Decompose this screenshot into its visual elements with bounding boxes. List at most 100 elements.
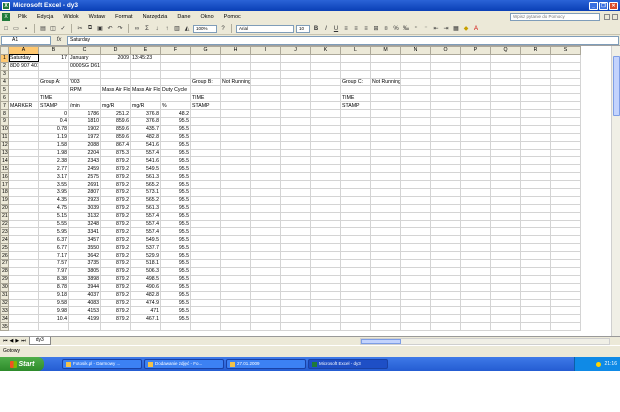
cell-m15[interactable] xyxy=(370,164,401,174)
cell-k16[interactable] xyxy=(310,172,341,182)
cell-c29[interactable]: 3898 xyxy=(68,274,101,284)
cell-p19[interactable] xyxy=(460,195,491,205)
new-file-icon[interactable]: □ xyxy=(2,25,10,33)
cell-a29[interactable] xyxy=(8,274,39,284)
cell-q7[interactable] xyxy=(490,101,521,111)
cell-n27[interactable] xyxy=(400,259,431,268)
cell-r4[interactable] xyxy=(520,77,551,87)
undo-icon[interactable]: ↶ xyxy=(106,25,114,33)
cell-h2[interactable] xyxy=(220,61,251,71)
cell-k33[interactable] xyxy=(310,306,341,316)
cell-n21[interactable] xyxy=(400,211,431,221)
cell-r19[interactable] xyxy=(520,195,551,205)
cell-p16[interactable] xyxy=(460,172,491,182)
cell-e12[interactable]: 541.6 xyxy=(130,140,161,150)
cell-c35[interactable] xyxy=(68,322,101,332)
merge-center-icon[interactable]: ⊞ xyxy=(372,25,380,33)
cell-s21[interactable] xyxy=(550,211,581,221)
cell-s15[interactable] xyxy=(550,164,581,174)
cell-d20[interactable]: 879.2 xyxy=(100,203,131,213)
cell-c14[interactable]: 2343 xyxy=(68,156,101,166)
cell-n3[interactable] xyxy=(400,69,431,79)
cell-s10[interactable] xyxy=(550,124,581,134)
cell-a5[interactable] xyxy=(8,85,39,95)
cell-a13[interactable] xyxy=(8,148,39,158)
cell-n2[interactable] xyxy=(400,61,431,71)
formula-input[interactable]: Saturday xyxy=(67,35,619,45)
cell-j5[interactable] xyxy=(280,85,311,95)
doc-minimize-button[interactable] xyxy=(604,14,610,20)
cell-d10[interactable]: 859.6 xyxy=(100,124,131,134)
cell-e16[interactable]: 561.3 xyxy=(130,172,161,182)
vertical-scrollbar[interactable] xyxy=(611,46,620,336)
task-item-excel[interactable]: Microsoft Excel - dy3 xyxy=(308,359,388,369)
cell-g33[interactable] xyxy=(190,306,221,316)
cell-q11[interactable] xyxy=(490,132,521,142)
sheet-tab-dy3[interactable]: dy3 xyxy=(28,337,51,345)
column-header-p[interactable]: P xyxy=(460,46,491,55)
cell-n19[interactable] xyxy=(400,195,431,205)
cell-i14[interactable] xyxy=(250,156,281,166)
cell-j18[interactable] xyxy=(280,188,311,197)
cell-a34[interactable] xyxy=(8,314,39,324)
cell-k13[interactable] xyxy=(310,148,341,158)
cell-f12[interactable]: 95.5 xyxy=(160,140,191,150)
cell-p34[interactable] xyxy=(460,314,491,324)
cell-f4[interactable] xyxy=(160,77,191,87)
cell-c13[interactable]: 2204 xyxy=(68,148,101,158)
cell-e34[interactable]: 467.1 xyxy=(130,314,161,324)
cell-l2[interactable] xyxy=(340,61,371,71)
cell-l11[interactable] xyxy=(340,132,371,142)
cell-h31[interactable] xyxy=(220,290,251,300)
cell-k23[interactable] xyxy=(310,227,341,237)
cell-f24[interactable]: 95.5 xyxy=(160,235,191,245)
cell-n18[interactable] xyxy=(400,188,431,197)
cell-h32[interactable] xyxy=(220,298,251,308)
cell-a33[interactable] xyxy=(8,306,39,316)
cell-p1[interactable] xyxy=(460,53,491,63)
cell-o17[interactable] xyxy=(430,180,461,190)
cell-d26[interactable]: 879.2 xyxy=(100,251,131,261)
cell-l34[interactable] xyxy=(340,314,371,324)
cell-o4[interactable] xyxy=(430,77,461,87)
cell-p15[interactable] xyxy=(460,164,491,174)
cell-c25[interactable]: 3550 xyxy=(68,243,101,253)
cell-q8[interactable] xyxy=(490,109,521,119)
open-folder-icon[interactable]: ▭ xyxy=(12,25,20,33)
column-header-a[interactable]: A xyxy=(8,46,39,55)
cell-h12[interactable] xyxy=(220,140,251,150)
cell-l1[interactable] xyxy=(340,53,371,63)
cell-l21[interactable] xyxy=(340,211,371,221)
cell-q33[interactable] xyxy=(490,306,521,316)
cell-e13[interactable]: 557.4 xyxy=(130,148,161,158)
cell-s22[interactable] xyxy=(550,219,581,229)
cell-e5[interactable]: Mass Air Flow xyxy=(130,85,161,95)
cell-g14[interactable] xyxy=(190,156,221,166)
cell-g7[interactable]: STAMP xyxy=(190,101,221,111)
cell-m7[interactable] xyxy=(370,101,401,111)
row-header[interactable]: 6 xyxy=(0,93,9,103)
cell-c7[interactable]: /min xyxy=(68,101,101,111)
cell-e28[interactable]: 506.3 xyxy=(130,266,161,276)
cell-b24[interactable]: 6.37 xyxy=(38,235,69,245)
cell-h6[interactable] xyxy=(220,93,251,103)
cell-q5[interactable] xyxy=(490,85,521,95)
cell-r8[interactable] xyxy=(520,109,551,119)
cell-b18[interactable]: 3.95 xyxy=(38,188,69,197)
column-header-e[interactable]: E xyxy=(130,46,161,55)
cell-p2[interactable] xyxy=(460,61,491,71)
cell-a26[interactable] xyxy=(8,251,39,261)
decrease-decimal-icon[interactable]: ⁻ xyxy=(422,25,430,33)
column-header-j[interactable]: J xyxy=(280,46,311,55)
cell-k4[interactable] xyxy=(310,77,341,87)
cell-k30[interactable] xyxy=(310,282,341,292)
cell-e10[interactable]: 435.7 xyxy=(130,124,161,134)
cell-s26[interactable] xyxy=(550,251,581,261)
cell-o22[interactable] xyxy=(430,219,461,229)
cell-j35[interactable] xyxy=(280,322,311,332)
cell-q20[interactable] xyxy=(490,203,521,213)
close-button[interactable]: ✕ xyxy=(609,1,618,10)
cell-g27[interactable] xyxy=(190,259,221,268)
cell-i9[interactable] xyxy=(250,117,281,126)
cell-q19[interactable] xyxy=(490,195,521,205)
